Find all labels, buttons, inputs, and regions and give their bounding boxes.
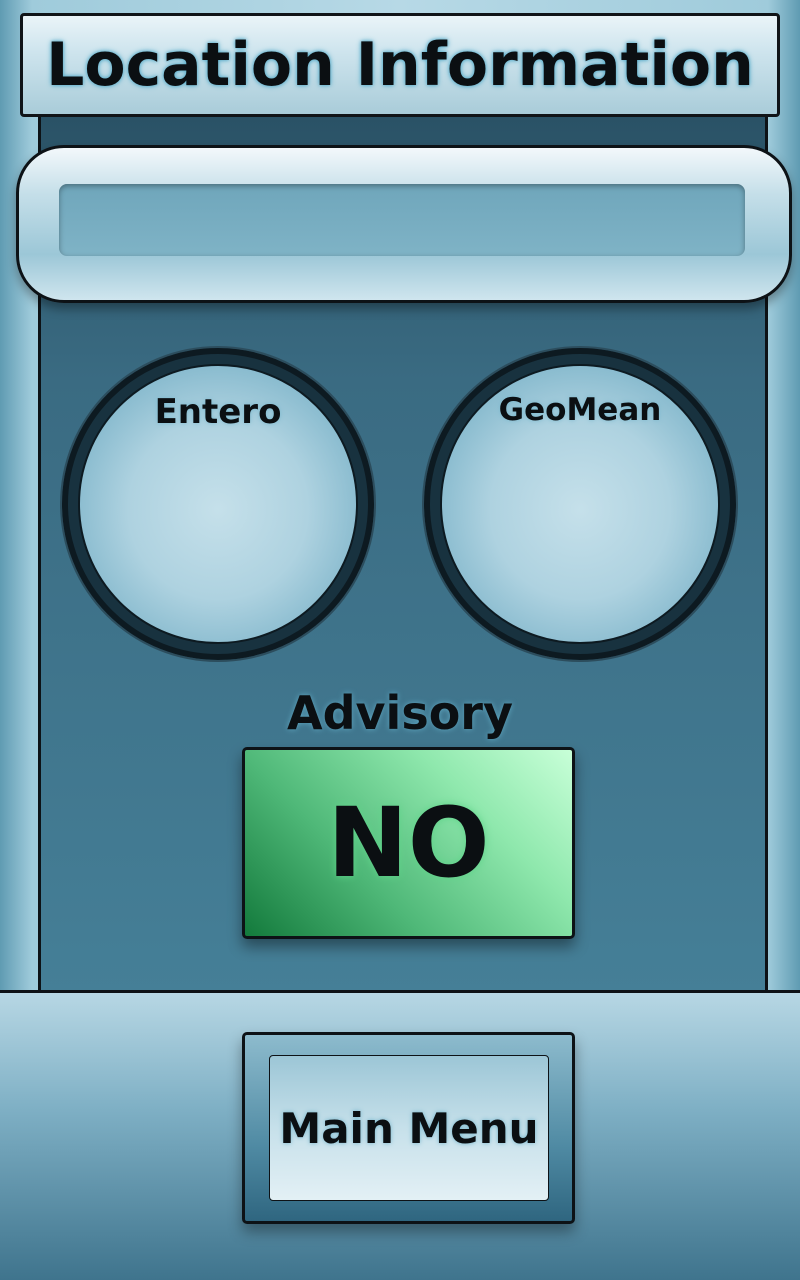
entero-gauge: Entero [62,348,374,660]
main-menu-label: Main Menu [279,1103,539,1153]
location-name-display [16,145,792,303]
advisory-status-value: NO [327,787,490,899]
main-menu-button[interactable]: Main Menu [269,1055,549,1201]
advisory-label: Advisory [287,686,513,740]
main-menu-frame: Main Menu [242,1032,575,1224]
title-bar: Location Information [20,13,780,117]
page-title: Location Information [46,30,754,100]
geomean-gauge-face: GeoMean [440,364,720,644]
entero-gauge-label: Entero [154,392,282,432]
advisory-status-box: NO [242,747,575,939]
entero-gauge-face: Entero [78,364,358,644]
geomean-gauge: GeoMean [424,348,736,660]
geomean-gauge-label: GeoMean [498,392,662,428]
location-name-field [59,184,745,256]
